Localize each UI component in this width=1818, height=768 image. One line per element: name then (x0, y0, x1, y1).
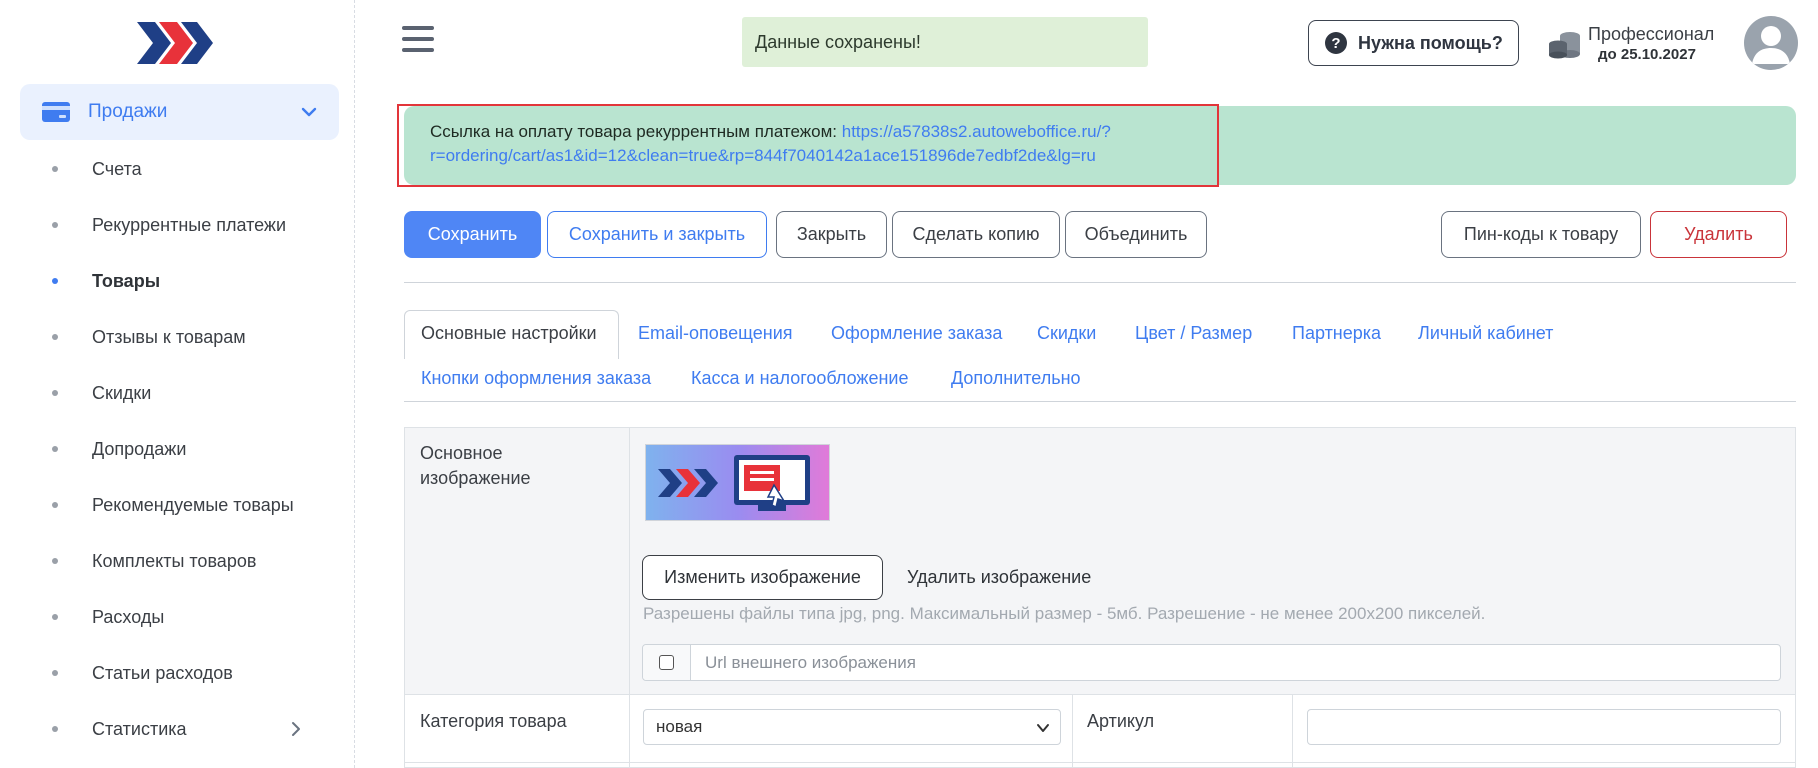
category-select[interactable]: новая (643, 709, 1061, 745)
pin-codes-button[interactable]: Пин-коды к товару (1441, 211, 1641, 258)
plan-expiry: до 25.10.2027 (1598, 46, 1696, 63)
make-copy-button[interactable]: Сделать копию (892, 211, 1060, 258)
sidebar-item-discounts[interactable]: Скидки (0, 365, 354, 421)
sidebar-item-upsells[interactable]: Допродажи (0, 421, 354, 477)
product-form: Основное изображение Изменить изображени… (404, 427, 1796, 768)
sidebar-item-statistics[interactable]: Статистика (0, 701, 354, 757)
bullet-icon (52, 614, 58, 620)
column-separator (1072, 695, 1073, 768)
menu-toggle-icon[interactable] (402, 26, 434, 54)
save-and-close-button[interactable]: Сохранить и закрыть (547, 211, 767, 258)
bullet-icon (52, 670, 58, 676)
save-success-toast: Данные сохранены! (742, 17, 1148, 67)
bullet-icon (52, 502, 58, 508)
sidebar-item-expense-items[interactable]: Статьи расходов (0, 645, 354, 701)
sidebar-item-reviews[interactable]: Отзывы к товарам (0, 309, 354, 365)
external-image-url-group (642, 644, 1781, 681)
user-icon (1752, 26, 1790, 64)
question-icon: ? (1325, 32, 1347, 54)
credit-card-icon (42, 102, 70, 122)
bullet-icon (52, 166, 58, 172)
tabs-border (404, 401, 1796, 402)
help-button-label: Нужна помощь? (1358, 32, 1503, 53)
sidebar-group-label: Продажи (88, 101, 168, 122)
plan-name: Профессионал (1588, 24, 1715, 44)
tab-discounts[interactable]: Скидки (1037, 323, 1096, 344)
coins-icon (1549, 32, 1580, 59)
bullet-icon (52, 222, 58, 228)
bullet-icon (52, 558, 58, 564)
sidebar-item-label: Статистика (92, 718, 187, 739)
sidebar-item-label: Счета (92, 158, 142, 179)
recurring-link-text: Ссылка на оплату товара рекуррентным пла… (430, 120, 1210, 168)
product-image-thumbnail[interactable] (645, 444, 830, 521)
sidebar-subitems: Счета Рекуррентные платежи Товары Отзывы… (0, 141, 354, 757)
change-image-button[interactable]: Изменить изображение (642, 555, 883, 600)
chevron-right-icon (292, 722, 300, 736)
sidebar-item-label: Статьи расходов (92, 662, 233, 683)
tab-additional[interactable]: Дополнительно (951, 368, 1081, 389)
tab-color-size[interactable]: Цвет / Размер (1135, 323, 1252, 344)
recurring-link-label: Ссылка на оплату товара рекуррентным пла… (430, 122, 842, 141)
product-image (646, 445, 829, 520)
sidebar-item-label: Отзывы к товарам (92, 326, 246, 347)
bullet-icon (52, 334, 58, 340)
column-separator (629, 428, 630, 768)
user-avatar[interactable] (1744, 16, 1798, 70)
tab-checkout-buttons[interactable]: Кнопки оформления заказа (421, 368, 651, 389)
sku-input[interactable] (1307, 709, 1781, 745)
bullet-icon (52, 390, 58, 396)
divider (404, 282, 1796, 283)
sidebar-item-label: Скидки (92, 382, 152, 403)
sidebar-item-label: Рекомендуемые товары (92, 494, 294, 515)
sidebar-group-sales[interactable]: Продажи (20, 84, 339, 140)
main-image-label: Основное изображение (420, 443, 531, 488)
plan-info[interactable]: Профессионал до 25.10.2027 (1548, 24, 1720, 68)
bullet-icon (52, 726, 58, 732)
external-image-url-input[interactable] (691, 645, 1780, 680)
sidebar-item-label: Рекуррентные платежи (92, 214, 287, 235)
sidebar-item-expenses[interactable]: Расходы (0, 589, 354, 645)
tab-main-settings[interactable]: Основные настройки (421, 323, 597, 344)
sidebar-item-label: Допродажи (92, 438, 187, 459)
image-hint: Разрешены файлы типа jpg, png. Максималь… (643, 604, 1486, 623)
sidebar-item-invoices[interactable]: Счета (0, 141, 354, 197)
logo-icon[interactable] (135, 18, 215, 68)
sidebar-item-label: Расходы (92, 606, 165, 627)
sku-label: Артикул (1087, 711, 1155, 731)
merge-button[interactable]: Объединить (1065, 211, 1207, 258)
delete-button[interactable]: Удалить (1650, 211, 1787, 258)
tab-cashbox-taxes[interactable]: Касса и налогообложение (691, 368, 909, 389)
row-separator (405, 762, 1795, 763)
save-button[interactable]: Сохранить (404, 211, 541, 258)
bullet-icon (52, 446, 58, 452)
category-select-value: новая (656, 717, 703, 736)
sidebar: Продажи Счета Рекуррентные платежи Товар… (0, 0, 355, 768)
tab-checkout-design[interactable]: Оформление заказа (831, 323, 1002, 344)
sidebar-item-products[interactable]: Товары (0, 253, 354, 309)
bullet-icon (52, 278, 58, 284)
delete-image-button[interactable]: Удалить изображение (907, 555, 1091, 600)
sidebar-item-recommended[interactable]: Рекомендуемые товары (0, 477, 354, 533)
tab-personal-account[interactable]: Личный кабинет (1418, 323, 1553, 344)
category-label: Категория товара (420, 711, 567, 731)
chevron-down-icon (301, 107, 317, 117)
chevron-down-icon (1037, 724, 1049, 732)
sidebar-item-label: Товары (92, 270, 161, 291)
tab-email-notifications[interactable]: Email-оповещения (638, 323, 793, 344)
help-button[interactable]: ? Нужна помощь? (1308, 20, 1519, 66)
sidebar-item-bundles[interactable]: Комплекты товаров (0, 533, 354, 589)
close-button[interactable]: Закрыть (776, 211, 887, 258)
external-url-checkbox-wrap (643, 645, 691, 680)
external-url-checkbox[interactable] (659, 655, 674, 670)
column-separator (1292, 695, 1293, 768)
sidebar-item-recurring[interactable]: Рекуррентные платежи (0, 197, 354, 253)
tab-affiliate[interactable]: Партнерка (1292, 323, 1381, 344)
sidebar-item-label: Комплекты товаров (92, 550, 257, 571)
